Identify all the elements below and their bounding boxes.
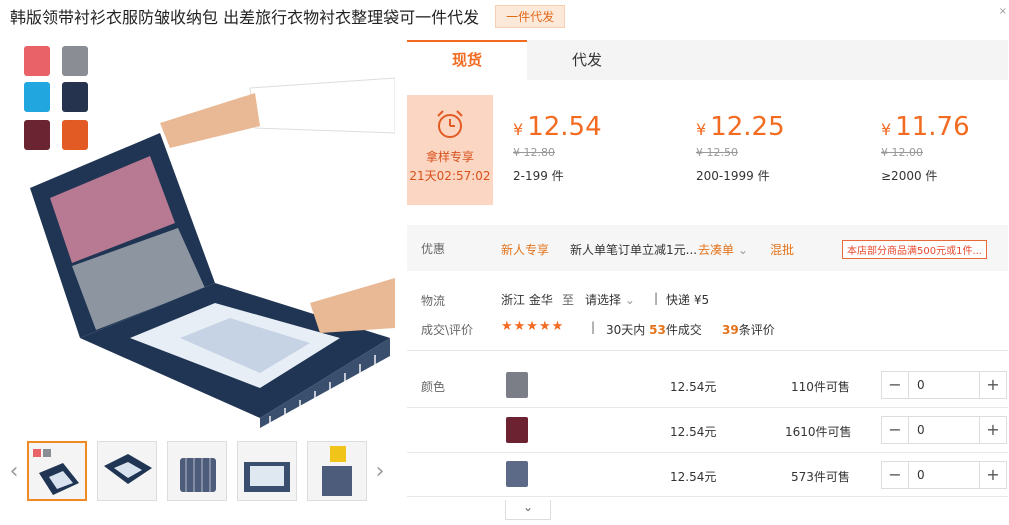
- thumbnail-5[interactable]: [307, 441, 367, 501]
- go-add-items-label: 去凑单: [698, 243, 735, 257]
- divider-line: [407, 452, 1008, 453]
- expand-more-button[interactable]: ⌄: [505, 500, 551, 520]
- ship-to-word: 至: [562, 293, 575, 307]
- currency-symbol: ¥: [513, 120, 524, 139]
- plus-button[interactable]: +: [980, 462, 1006, 488]
- sku-price: 12.54元: [670, 380, 717, 394]
- review-count[interactable]: 39条评价: [722, 321, 775, 338]
- ship-from: 浙江 金华: [501, 293, 553, 307]
- tier-range: 200-1999 件: [696, 169, 770, 183]
- purchase-tabs: 现货 代发: [407, 40, 1008, 80]
- thumb-next-arrow[interactable]: ›: [372, 459, 388, 484]
- quantity-stepper[interactable]: − 0 +: [881, 371, 1007, 399]
- chevron-down-icon: ⌄: [624, 293, 635, 307]
- sales-count[interactable]: 30天内 53件成交: [606, 321, 702, 338]
- thumbnail-2[interactable]: [97, 441, 157, 501]
- currency-symbol: ¥: [881, 120, 892, 139]
- divider-line: [407, 496, 1008, 497]
- tier-original-price: ¥ 12.80: [513, 146, 555, 159]
- price-tier-2: ¥12.25 ¥ 12.50 200-1999 件: [696, 112, 785, 184]
- sku-stock: 573件可售: [791, 470, 850, 484]
- mixed-batch-link[interactable]: 混批: [770, 241, 794, 258]
- quantity-input[interactable]: 0: [908, 372, 980, 398]
- tier-price: 12.25: [710, 112, 785, 142]
- store-coupon-tag[interactable]: 本店部分商品满500元或1件...: [842, 240, 987, 259]
- quantity-input[interactable]: 0: [908, 462, 980, 488]
- sku-stock: 110件可售: [791, 380, 850, 394]
- tier-original-price: ¥ 12.00: [881, 146, 923, 159]
- thumbnail-1[interactable]: [27, 441, 87, 501]
- price-tier-1: ¥12.54 ¥ 12.80 2-199 件: [513, 112, 602, 184]
- review-suffix: 条评价: [738, 323, 775, 337]
- close-icon[interactable]: ×: [999, 6, 1007, 17]
- new-user-offer-text: 新人单笔订单立减1元...: [570, 243, 698, 257]
- sku-stock: 1610件可售: [785, 425, 852, 439]
- divider: |: [654, 291, 659, 305]
- sku-swatch-2[interactable]: [506, 417, 528, 443]
- quantity-stepper[interactable]: − 0 +: [881, 461, 1007, 489]
- minus-button[interactable]: −: [882, 417, 908, 443]
- thumb-prev-arrow[interactable]: ‹: [6, 459, 22, 484]
- promo-timer: 21天02:57:02: [409, 169, 491, 183]
- sku-swatch-3[interactable]: [506, 461, 528, 487]
- divider-line: [407, 350, 1008, 351]
- title-bar: 韩版领带衬衫衣服防皱收纳包 出差旅行衣物衬衣整理袋可一件代发 一件代发: [10, 4, 566, 28]
- thumbnail-4[interactable]: [237, 441, 297, 501]
- quantity-stepper[interactable]: − 0 +: [881, 416, 1007, 444]
- divider-line: [407, 407, 1008, 408]
- destination-select-label: 请选择: [585, 293, 622, 307]
- chevron-down-icon: ⌄: [737, 243, 748, 257]
- express-fee: 快递 ¥5: [666, 293, 710, 307]
- promo-label: 拿样专享: [425, 150, 474, 164]
- chevron-down-icon: ⌄: [522, 500, 534, 514]
- sample-promo-box[interactable]: 拿样专享 21天02:57:02: [407, 95, 493, 205]
- sales-number: 53: [649, 323, 666, 337]
- main-product-image[interactable]: [10, 38, 396, 428]
- sku-price: 12.54元: [670, 470, 717, 484]
- tier-price: 12.54: [527, 112, 602, 142]
- logistics-label: 物流: [421, 294, 446, 308]
- minus-button[interactable]: −: [882, 372, 908, 398]
- plus-button[interactable]: +: [980, 372, 1006, 398]
- sales-prefix: 30天内: [606, 323, 646, 337]
- dropship-badge: 一件代发: [495, 4, 566, 28]
- product-title: 韩版领带衬衫衣服防皱收纳包 出差旅行衣物衬衣整理袋可一件代发: [10, 8, 480, 27]
- price-tier-3: ¥11.76 ¥ 12.00 ≥2000 件: [881, 112, 970, 184]
- sales-suffix: 件成交: [665, 323, 702, 337]
- tab-in-stock[interactable]: 现货: [407, 40, 527, 80]
- plus-button[interactable]: +: [980, 417, 1006, 443]
- color-label: 颜色: [421, 380, 446, 394]
- tab-dropship[interactable]: 代发: [527, 40, 647, 80]
- currency-symbol: ¥: [696, 120, 707, 139]
- go-add-items-link[interactable]: 去凑单 ⌄: [698, 241, 748, 258]
- sku-price: 12.54元: [670, 425, 717, 439]
- alarm-clock-icon: [437, 110, 463, 138]
- thumbnail-3[interactable]: [167, 441, 227, 501]
- minus-button[interactable]: −: [882, 462, 908, 488]
- tier-original-price: ¥ 12.50: [696, 146, 738, 159]
- divider: |: [591, 320, 596, 334]
- new-user-tag: 新人专享: [501, 243, 550, 257]
- tier-range: 2-199 件: [513, 169, 564, 183]
- destination-select[interactable]: 请选择 ⌄: [585, 291, 635, 308]
- tier-price: 11.76: [895, 112, 970, 142]
- offers-label: 优惠: [421, 242, 446, 256]
- star-rating: ★★★★★: [501, 319, 565, 334]
- sku-swatch-1[interactable]: [506, 372, 528, 398]
- review-number: 39: [722, 323, 739, 337]
- thumbnail-strip: ‹ ›: [6, 440, 398, 502]
- quantity-input[interactable]: 0: [908, 417, 980, 443]
- reviews-label: 成交\评价: [421, 323, 474, 337]
- tier-range: ≥2000 件: [881, 169, 938, 183]
